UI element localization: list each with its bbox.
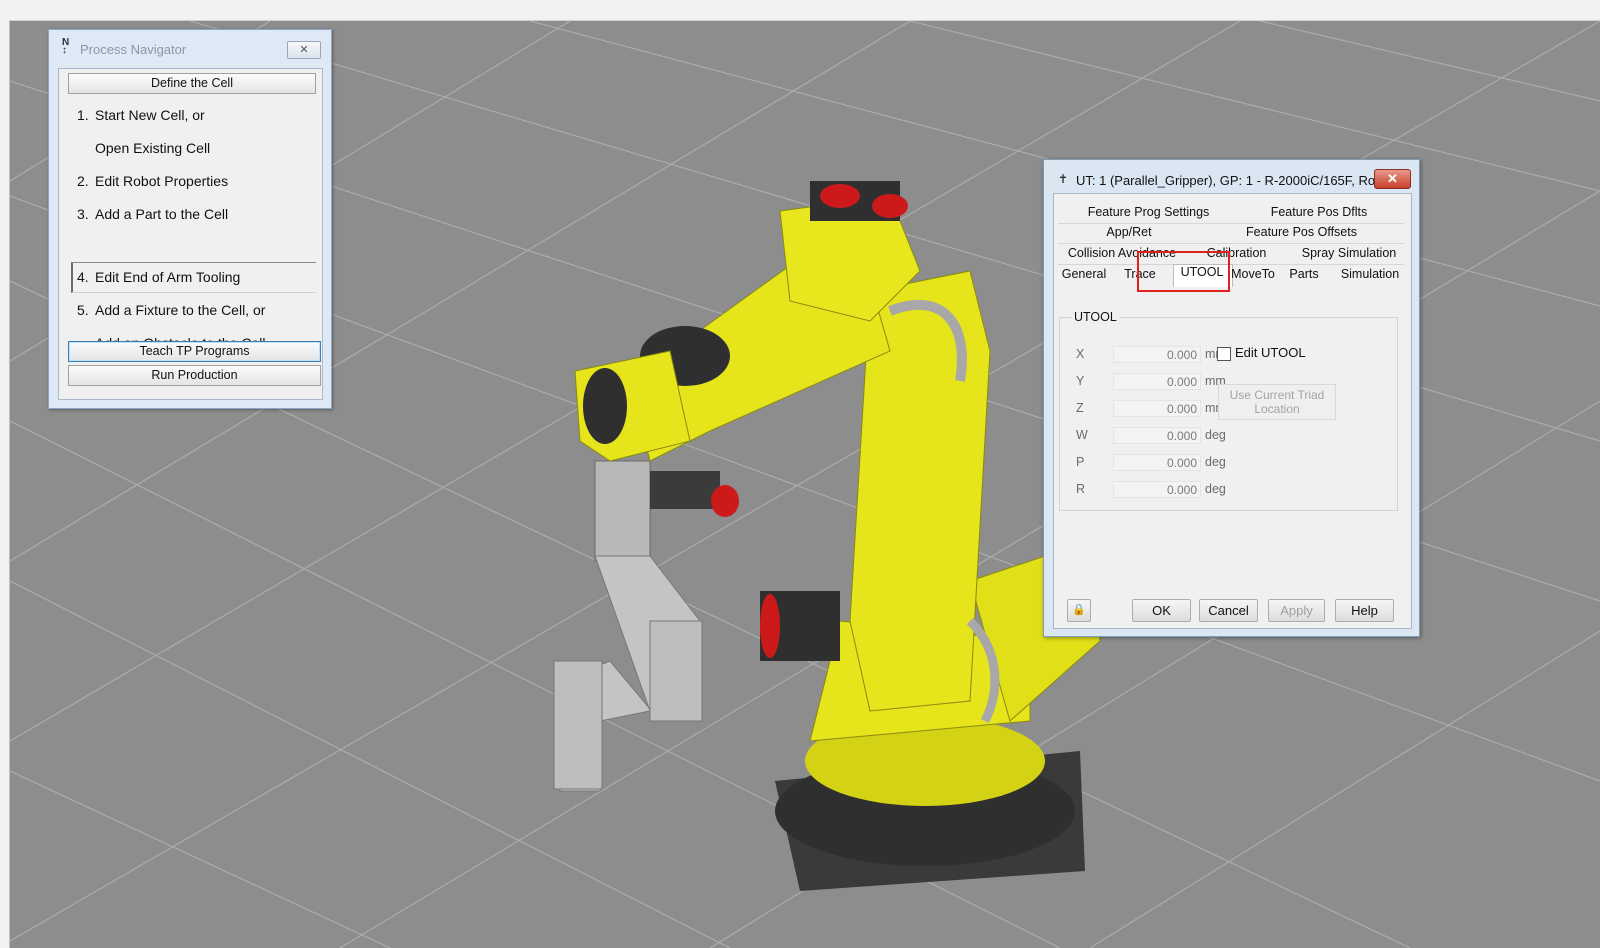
- run-production-button[interactable]: Run Production: [68, 365, 321, 386]
- tab-moveto[interactable]: MoveTo: [1230, 264, 1276, 284]
- navigator-icon: N ↕: [62, 37, 70, 56]
- close-icon[interactable]: ✕: [287, 41, 321, 59]
- w-value-field[interactable]: 0.000: [1113, 427, 1201, 444]
- z-value-field[interactable]: 0.000: [1113, 400, 1201, 417]
- app-toolbar-strip: [0, 0, 1600, 21]
- p-unit: deg: [1205, 455, 1226, 469]
- ok-button[interactable]: OK: [1132, 599, 1191, 622]
- left-panel-edge: [0, 20, 10, 948]
- z-label: Z: [1076, 401, 1084, 415]
- step-add-fixture[interactable]: 5. Add a Fixture to the Cell, or: [77, 301, 265, 319]
- utool-tab-highlight: [1137, 251, 1230, 292]
- tab-feature-pos-dflts[interactable]: Feature Pos Dflts: [1244, 202, 1394, 222]
- define-cell-header-button[interactable]: Define the Cell: [68, 73, 316, 94]
- w-label: W: [1076, 428, 1088, 442]
- edit-utool-label[interactable]: Edit UTOOL: [1235, 345, 1306, 360]
- r-label: R: [1076, 482, 1086, 496]
- p-label: P: [1076, 455, 1085, 469]
- tab-feature-pos-offsets[interactable]: Feature Pos Offsets: [1229, 222, 1374, 242]
- help-button[interactable]: Help: [1335, 599, 1394, 622]
- utool-properties-dialog[interactable]: ✝ UT: 1 (Parallel_Gripper), GP: 1 - R-20…: [1043, 159, 1420, 637]
- step-add-part[interactable]: 3. Add a Part to the Cell: [77, 205, 228, 223]
- p-value-field[interactable]: 0.000: [1113, 454, 1201, 471]
- step-edit-robot-properties[interactable]: 2. Edit Robot Properties: [77, 172, 228, 190]
- edit-utool-checkbox[interactable]: [1217, 347, 1231, 361]
- use-current-triad-location-button: Use Current Triad Location: [1218, 384, 1336, 420]
- step-edit-end-of-arm-tooling[interactable]: 4. Edit End of Arm Tooling: [77, 268, 240, 286]
- dialog-title: UT: 1 (Parallel_Gripper), GP: 1 - R-2000…: [1076, 173, 1386, 188]
- tab-general[interactable]: General: [1059, 264, 1109, 284]
- r-unit: deg: [1205, 482, 1226, 496]
- close-icon[interactable]: ✕: [1374, 169, 1411, 189]
- tab-simulation[interactable]: Simulation: [1337, 264, 1403, 284]
- w-unit: deg: [1205, 428, 1226, 442]
- lock-icon[interactable]: 🔒: [1067, 599, 1091, 622]
- cancel-button[interactable]: Cancel: [1199, 599, 1258, 622]
- tab-feature-prog-settings[interactable]: Feature Prog Settings: [1076, 202, 1221, 222]
- y-value-field[interactable]: 0.000: [1113, 373, 1201, 390]
- tab-app-ret[interactable]: App/Ret: [1094, 222, 1164, 242]
- process-navigator-window[interactable]: N ↕ Process Navigator ✕ Define the Cell 1…: [48, 29, 332, 409]
- teach-tp-programs-button[interactable]: Teach TP Programs: [68, 341, 321, 362]
- process-navigator-title: Process Navigator: [80, 42, 187, 57]
- x-label: X: [1076, 347, 1085, 361]
- step-open-existing-cell[interactable]: Open Existing Cell: [77, 139, 210, 157]
- utool-group-label: UTOOL: [1072, 310, 1119, 324]
- tab-spray-simulation[interactable]: Spray Simulation: [1294, 243, 1404, 263]
- y-label: Y: [1076, 374, 1085, 388]
- dialog-body: Feature Prog Settings Feature Pos Dflts …: [1053, 193, 1412, 629]
- tab-parts[interactable]: Parts: [1284, 264, 1324, 284]
- r-value-field[interactable]: 0.000: [1113, 481, 1201, 498]
- x-value-field[interactable]: 0.000: [1113, 346, 1201, 363]
- process-navigator-titlebar[interactable]: N ↕ Process Navigator ✕: [49, 30, 331, 59]
- step-start-new-cell[interactable]: 1. Start New Cell, or: [77, 106, 205, 124]
- pin-icon: ✝: [1058, 172, 1069, 186]
- process-navigator-body: Define the Cell 1. Start New Cell, or Ope…: [58, 68, 323, 400]
- apply-button[interactable]: Apply: [1268, 599, 1325, 622]
